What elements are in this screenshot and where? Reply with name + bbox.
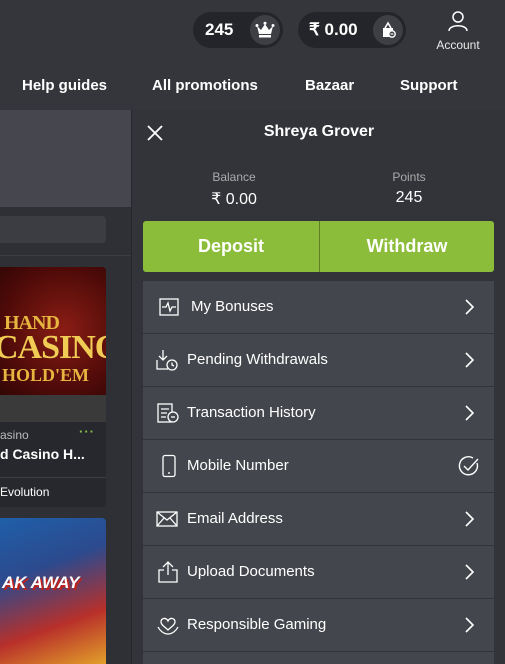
menu-label: Responsible Gaming	[187, 616, 327, 633]
balance-label: Balance	[212, 170, 256, 184]
points-value: 245	[205, 20, 234, 39]
upload-icon	[156, 560, 180, 584]
menu-pending-withdrawals[interactable]: Pending Withdrawals	[143, 334, 494, 386]
pending-withdrawal-icon	[155, 348, 179, 372]
points-amount: 245	[395, 189, 423, 206]
game-art-text: HOLD'EM	[2, 365, 90, 385]
top-header: 245 ₹ 0.00 Account	[0, 0, 505, 62]
chevron-right-icon	[458, 349, 480, 371]
account-button[interactable]: Account	[426, 10, 490, 52]
balance-stat: Balance ₹ 0.00	[184, 170, 284, 209]
nav-all-promotions[interactable]: All promotions	[152, 77, 258, 94]
menu-label: My Bonuses	[191, 298, 274, 315]
responsible-gaming-icon	[156, 613, 180, 637]
nav-help-guides[interactable]: Help guides	[22, 77, 107, 94]
menu-my-bonuses[interactable]: My Bonuses	[143, 281, 494, 333]
menu-transaction-history[interactable]: Transaction History	[143, 387, 494, 439]
bonus-icon	[157, 295, 181, 319]
menu-label: Email Address	[187, 510, 283, 527]
more-options-icon[interactable]: ···	[79, 424, 95, 439]
nav-bazaar[interactable]: Bazaar	[305, 77, 354, 94]
game-art-text: AK AWAY	[2, 573, 80, 592]
user-name: Shreya Grover	[263, 123, 375, 140]
game-thumbnail[interactable]: HAND CASINO HOLD'EM	[0, 267, 106, 422]
hero-banner[interactable]	[0, 110, 131, 207]
menu-mobile-number[interactable]: Mobile Number	[143, 440, 494, 492]
points-label: Points	[392, 170, 426, 184]
game-art-strip	[0, 395, 106, 422]
game-search-input[interactable]	[0, 216, 106, 243]
section-divider	[0, 255, 131, 256]
game-category: asino	[0, 428, 29, 442]
game-card[interactable]: HAND CASINO HOLD'EM asino ··· d Casino H…	[0, 267, 106, 507]
account-label: Account	[436, 38, 480, 52]
crown-icon	[250, 15, 280, 45]
balance-value: ₹ 0.00	[309, 20, 358, 39]
deposit-button[interactable]: Deposit	[143, 221, 319, 272]
chevron-right-icon	[458, 508, 480, 530]
main-nav: Help guides All promotions Bazaar Suppor…	[0, 62, 505, 110]
menu-label: Mobile Number	[187, 457, 289, 474]
menu-label: Pending Withdrawals	[187, 351, 328, 368]
menu-item-next[interactable]	[143, 652, 494, 664]
menu-label: Upload Documents	[187, 563, 315, 580]
mobile-phone-icon	[157, 454, 181, 478]
menu-responsible-gaming[interactable]: Responsible Gaming	[143, 599, 494, 651]
withdraw-button[interactable]: Withdraw	[320, 221, 494, 272]
menu-email-address[interactable]: Email Address	[143, 493, 494, 545]
verified-check-icon	[458, 455, 480, 477]
account-user-icon	[447, 11, 469, 36]
game-card[interactable]: AK AWAY	[0, 518, 106, 664]
points-stat: Points 245	[359, 170, 459, 207]
menu-label: Transaction History	[187, 404, 316, 421]
email-icon	[155, 507, 179, 531]
chevron-right-icon	[458, 402, 480, 424]
balance-pill[interactable]: ₹ 0.00	[298, 12, 406, 48]
game-thumbnail[interactable]: AK AWAY	[0, 518, 106, 664]
transaction-history-icon	[156, 401, 180, 425]
chevron-right-icon	[458, 561, 480, 583]
game-art-text: CASINO	[0, 329, 106, 366]
chevron-right-icon	[458, 296, 480, 318]
points-pill[interactable]: 245	[193, 12, 283, 48]
game-provider: Evolution	[0, 485, 50, 499]
chevron-right-icon	[458, 614, 480, 636]
balance-amount: ₹ 0.00	[211, 191, 257, 208]
wallet-icon	[373, 15, 403, 45]
menu-upload-documents[interactable]: Upload Documents	[143, 546, 494, 598]
game-title: d Casino H...	[0, 446, 85, 462]
account-panel: Shreya Grover Balance ₹ 0.00 Points 245 …	[131, 110, 505, 664]
nav-support[interactable]: Support	[400, 77, 458, 94]
card-divider	[0, 477, 106, 478]
